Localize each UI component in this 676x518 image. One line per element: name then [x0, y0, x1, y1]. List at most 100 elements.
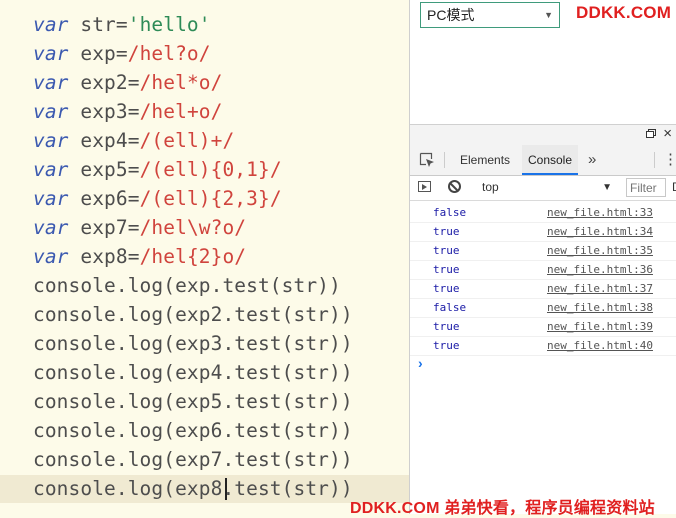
console-message: true new_file.html:39 — [410, 317, 676, 337]
console-toolbar: top ▼ D — [410, 176, 676, 201]
more-tabs-icon[interactable]: » — [588, 145, 596, 175]
code-token: exp= — [68, 42, 128, 65]
code-token: var — [33, 245, 69, 268]
code-line: console.log(exp.test(str)) — [33, 271, 341, 300]
code-editor[interactable]: var str='hello' var exp=/hel?o/var exp2=/… — [0, 0, 409, 514]
console-message: true new_file.html:40 — [410, 336, 676, 356]
code-line: var exp2=/hel*o/ — [33, 68, 222, 97]
code-token: var — [33, 187, 69, 210]
code-token: /hel+o/ — [139, 100, 223, 123]
devtools-panel: PC模式 ▼ DDKK.COM × Elements Console » ⋮ t… — [409, 0, 676, 514]
code-token: console.log(exp7.test(str)) — [33, 448, 353, 471]
code-line: var exp3=/hel+o/ — [33, 97, 222, 126]
code-token: var — [33, 129, 69, 152]
show-sidebar-icon[interactable] — [418, 181, 431, 192]
console-value: true — [433, 282, 460, 295]
brand-text: DDKK.COM — [576, 3, 672, 22]
code-line: console.log(exp7.test(str)) — [33, 445, 353, 474]
brand-logo: DDKK.COM — [576, 3, 671, 23]
console-value: true — [433, 244, 460, 257]
console-value: true — [433, 339, 460, 352]
context-label: top — [482, 180, 499, 194]
code-token: /hel*o/ — [139, 71, 223, 94]
console-value: true — [433, 320, 460, 333]
chevron-down-icon: ▼ — [602, 182, 612, 193]
code-token: exp4= — [68, 129, 140, 152]
inspect-element-icon[interactable] — [419, 152, 435, 168]
code-token: console.log(exp5.test(str)) — [33, 390, 353, 413]
code-line: var exp5=/(ell){0,1}/ — [33, 155, 282, 184]
source-link[interactable]: new_file.html:34 — [547, 222, 653, 241]
code-token: console.log(exp2.test(str)) — [33, 303, 353, 326]
devtools-tab-bar: Elements Console » ⋮ — [410, 145, 676, 176]
context-select[interactable]: top ▼ — [482, 176, 612, 199]
code-token: exp3= — [68, 100, 140, 123]
code-token: /hel{2}o/ — [139, 245, 247, 268]
text-cursor — [225, 478, 227, 500]
source-link[interactable]: new_file.html:39 — [547, 317, 653, 336]
code-token: /hel?o/ — [127, 42, 211, 65]
tab-console[interactable]: Console — [522, 145, 578, 175]
code-line: var exp7=/hel\w?o/ — [33, 213, 246, 242]
code-line: console.log(exp2.test(str)) — [33, 300, 353, 329]
code-line: console.log(exp6.test(str)) — [33, 416, 353, 445]
code-line: console.log(exp8.test(str)) — [33, 474, 353, 503]
code-token: /hel\w?o/ — [139, 216, 247, 239]
code-token: console.log(exp3.test(str)) — [33, 332, 353, 355]
undock-icon[interactable] — [646, 129, 656, 138]
code-line: var str='hello' — [33, 10, 211, 39]
device-mode-select[interactable]: PC模式 ▼ — [420, 2, 560, 28]
clear-console-icon[interactable] — [448, 180, 461, 193]
code-line: var exp=/hel?o/ — [33, 39, 211, 68]
console-message: true new_file.html:34 — [410, 222, 676, 242]
dock-bar: × — [410, 125, 676, 145]
console-message: true new_file.html:35 — [410, 241, 676, 261]
source-link[interactable]: new_file.html:33 — [547, 203, 653, 222]
divider — [654, 152, 655, 168]
code-token: var — [33, 100, 69, 123]
default-levels-select[interactable]: D — [672, 180, 676, 194]
code-token: console.log(exp4.test(str)) — [33, 361, 353, 384]
code-token: console.log(exp8.test(str)) — [33, 477, 353, 500]
filter-input[interactable] — [626, 178, 666, 197]
code-line: console.log(exp3.test(str)) — [33, 329, 353, 358]
code-token: exp7= — [68, 216, 140, 239]
device-mode-label: PC模式 — [427, 7, 475, 23]
code-token: var — [33, 216, 69, 239]
code-token: exp6= — [68, 187, 140, 210]
console-message: true new_file.html:36 — [410, 260, 676, 280]
code-token: /(ell){2,3}/ — [139, 187, 282, 210]
source-link[interactable]: new_file.html:35 — [547, 241, 653, 260]
viewport-toolbar: PC模式 ▼ DDKK.COM — [410, 0, 676, 124]
source-link[interactable]: new_file.html:36 — [547, 260, 653, 279]
console-message: false new_file.html:33 — [410, 203, 676, 223]
tab-elements[interactable]: Elements — [460, 145, 510, 175]
code-line: var exp6=/(ell){2,3}/ — [33, 184, 282, 213]
code-token: console.log(exp.test(str)) — [33, 274, 341, 297]
console-value: false — [433, 301, 467, 314]
console-message: false new_file.html:38 — [410, 298, 676, 318]
code-line: var exp8=/hel{2}o/ — [33, 242, 246, 271]
console-value: true — [433, 225, 460, 238]
console-message: true new_file.html:37 — [410, 279, 676, 299]
code-token: exp5= — [68, 158, 140, 181]
code-token: var — [33, 71, 69, 94]
source-link[interactable]: new_file.html:38 — [547, 298, 653, 317]
source-link[interactable]: new_file.html:37 — [547, 279, 653, 298]
code-token: str= — [68, 13, 128, 36]
source-link[interactable]: new_file.html:40 — [547, 336, 653, 355]
divider — [444, 152, 445, 168]
code-token: var — [33, 13, 69, 36]
console-value: false — [433, 206, 467, 219]
code-line: var exp4=/(ell)+/ — [33, 126, 234, 155]
code-token: 'hello' — [127, 13, 211, 36]
code-line: console.log(exp5.test(str)) — [33, 387, 353, 416]
code-token: /(ell){0,1}/ — [139, 158, 282, 181]
code-token: var — [33, 42, 69, 65]
close-icon[interactable]: × — [663, 125, 672, 143]
console-prompt[interactable]: › — [418, 355, 423, 371]
code-token: /(ell)+/ — [139, 129, 235, 152]
code-token: exp8= — [68, 245, 140, 268]
code-token: console.log(exp6.test(str)) — [33, 419, 353, 442]
kebab-menu-icon[interactable]: ⋮ — [663, 151, 676, 169]
